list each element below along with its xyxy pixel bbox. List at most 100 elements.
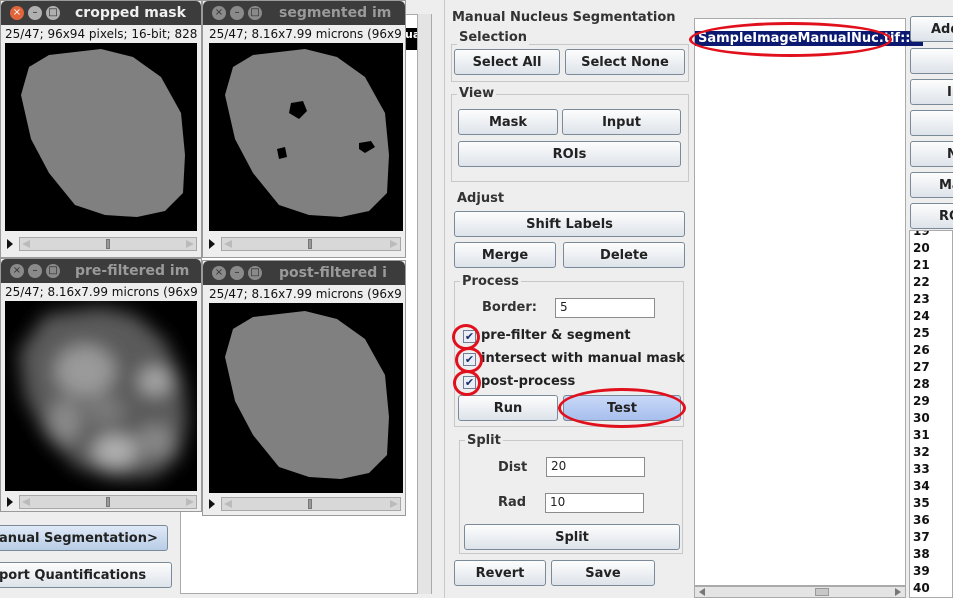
- close-icon[interactable]: ×: [10, 264, 24, 278]
- pre-filtered-window[interactable]: × – □ pre-filtered im 25/47; 8.16x7.99 m…: [0, 258, 202, 512]
- run-button[interactable]: Run: [458, 395, 558, 421]
- save-button[interactable]: Save: [551, 560, 655, 586]
- list-item[interactable]: 38: [910, 546, 952, 563]
- play-icon[interactable]: [209, 239, 215, 249]
- minimize-icon[interactable]: –: [28, 6, 42, 20]
- background-scrollbar[interactable]: [417, 14, 431, 594]
- rois-button[interactable]: ROIs: [458, 141, 681, 167]
- close-icon[interactable]: ×: [10, 6, 24, 20]
- list-item[interactable]: 23: [910, 291, 952, 308]
- image-info: 25/47; 8.16x7.99 microns (96x9: [209, 287, 402, 301]
- maximize-icon[interactable]: □: [248, 266, 262, 280]
- maximize-icon[interactable]: □: [46, 6, 60, 20]
- dialog-title: Manual Nucleus Segmentation: [452, 10, 676, 25]
- right-button-ma[interactable]: Ma: [910, 172, 953, 198]
- slice-scrollbar[interactable]: [209, 497, 401, 511]
- split-button[interactable]: Split: [464, 524, 680, 550]
- annotation-ring-postprocess: [453, 370, 481, 396]
- list-item[interactable]: 25: [910, 325, 952, 342]
- dist-field[interactable]: 20: [546, 457, 645, 477]
- list-item[interactable]: 24: [910, 308, 952, 325]
- list-item[interactable]: 30: [910, 410, 952, 427]
- post-filtered-image[interactable]: [209, 303, 403, 493]
- list-item[interactable]: 27: [910, 359, 952, 376]
- list-item[interactable]: 31: [910, 427, 952, 444]
- close-icon[interactable]: ×: [212, 266, 226, 280]
- manual-segmentation-button[interactable]: anual Segmentation>: [0, 525, 168, 551]
- right-button-add[interactable]: Add: [910, 16, 953, 42]
- pre-filtered-image[interactable]: [5, 301, 197, 491]
- cropped-mask-window[interactable]: × – □ cropped mask 25/47; 96x94 pixels; …: [0, 0, 202, 258]
- segmented-image[interactable]: [209, 43, 403, 231]
- adjust-label: Adjust: [457, 191, 505, 206]
- window-titlebar[interactable]: × – □ post-filtered i: [203, 261, 405, 285]
- window-title: segmented im: [279, 5, 392, 21]
- minimize-icon[interactable]: –: [230, 6, 244, 20]
- list-item[interactable]: 29: [910, 393, 952, 410]
- maximize-icon[interactable]: □: [248, 6, 262, 20]
- rad-field[interactable]: 10: [545, 493, 644, 513]
- image-info: 25/47; 8.16x7.99 microns (96x9: [5, 285, 198, 299]
- select-all-button[interactable]: Select All: [454, 49, 560, 75]
- window-titlebar[interactable]: × – □ pre-filtered im: [1, 259, 201, 283]
- list-item[interactable]: 33: [910, 461, 952, 478]
- border-field[interactable]: 5: [555, 298, 655, 318]
- view-group: [451, 94, 689, 182]
- right-button-in[interactable]: In: [910, 79, 953, 105]
- segmentation-dialog: Manual Nucleus Segmentation Selection Se…: [444, 0, 694, 598]
- window-title: post-filtered i: [279, 265, 387, 281]
- roi-list-scrollbar[interactable]: [694, 586, 906, 598]
- delete-button[interactable]: Delete: [563, 242, 685, 268]
- list-item[interactable]: 22: [910, 274, 952, 291]
- slice-scrollbar[interactable]: [7, 495, 197, 509]
- export-quantifications-button[interactable]: port Quantifications: [0, 562, 172, 588]
- window-title: pre-filtered im: [75, 263, 190, 279]
- list-item[interactable]: 34: [910, 478, 952, 495]
- border-label: Border:: [482, 300, 537, 315]
- right-button-2[interactable]: [910, 48, 953, 74]
- process-label: Process: [460, 274, 521, 289]
- play-icon[interactable]: [7, 239, 13, 249]
- list-item[interactable]: 36: [910, 512, 952, 529]
- roi-list[interactable]: SampleImageManualNuc.tif::1: [694, 18, 923, 586]
- list-item[interactable]: 21: [910, 257, 952, 274]
- right-button-ro[interactable]: RO: [910, 203, 953, 229]
- list-item[interactable]: 32: [910, 444, 952, 461]
- window-titlebar[interactable]: × – □ cropped mask: [1, 1, 201, 25]
- annotation-ring-prefilter: [452, 324, 480, 350]
- play-icon[interactable]: [7, 497, 13, 507]
- slice-number-list[interactable]: 19 20 21 22 23 24 25 26 27 28 29 30 31 3…: [909, 230, 953, 598]
- minimize-icon[interactable]: –: [28, 264, 42, 278]
- list-item[interactable]: 19: [910, 231, 952, 240]
- slice-scrollbar[interactable]: [209, 237, 401, 251]
- mask-image[interactable]: [5, 43, 197, 231]
- annotation-ring-test: [558, 388, 686, 428]
- revert-button[interactable]: Revert: [454, 560, 546, 586]
- right-button-4[interactable]: [910, 110, 953, 136]
- list-item[interactable]: 37: [910, 529, 952, 546]
- merge-button[interactable]: Merge: [454, 242, 556, 268]
- post-process-label: post-process: [481, 374, 576, 389]
- list-item[interactable]: 39: [910, 563, 952, 580]
- slice-scrollbar[interactable]: [7, 237, 197, 251]
- select-none-button[interactable]: Select None: [565, 49, 685, 75]
- split-label: Split: [465, 433, 503, 448]
- minimize-icon[interactable]: –: [230, 266, 244, 280]
- list-item[interactable]: 35: [910, 495, 952, 512]
- maximize-icon[interactable]: □: [46, 264, 60, 278]
- rad-label: Rad: [498, 495, 527, 510]
- shift-labels-button[interactable]: Shift Labels: [454, 211, 685, 237]
- post-filtered-window[interactable]: × – □ post-filtered i 25/47; 8.16x7.99 m…: [202, 260, 406, 516]
- right-button-n[interactable]: N: [910, 141, 953, 167]
- mask-button[interactable]: Mask: [458, 109, 558, 135]
- prefilter-label: pre-filter & segment: [481, 328, 631, 343]
- list-item[interactable]: 28: [910, 376, 952, 393]
- close-icon[interactable]: ×: [212, 6, 226, 20]
- segmented-window[interactable]: × – □ segmented im 25/47; 8.16x7.99 micr…: [202, 0, 406, 258]
- window-titlebar[interactable]: × – □ segmented im: [203, 1, 405, 25]
- input-button[interactable]: Input: [562, 109, 681, 135]
- list-item[interactable]: 26: [910, 342, 952, 359]
- list-item[interactable]: 40: [910, 580, 952, 597]
- play-icon[interactable]: [209, 499, 215, 509]
- list-item[interactable]: 20: [910, 240, 952, 257]
